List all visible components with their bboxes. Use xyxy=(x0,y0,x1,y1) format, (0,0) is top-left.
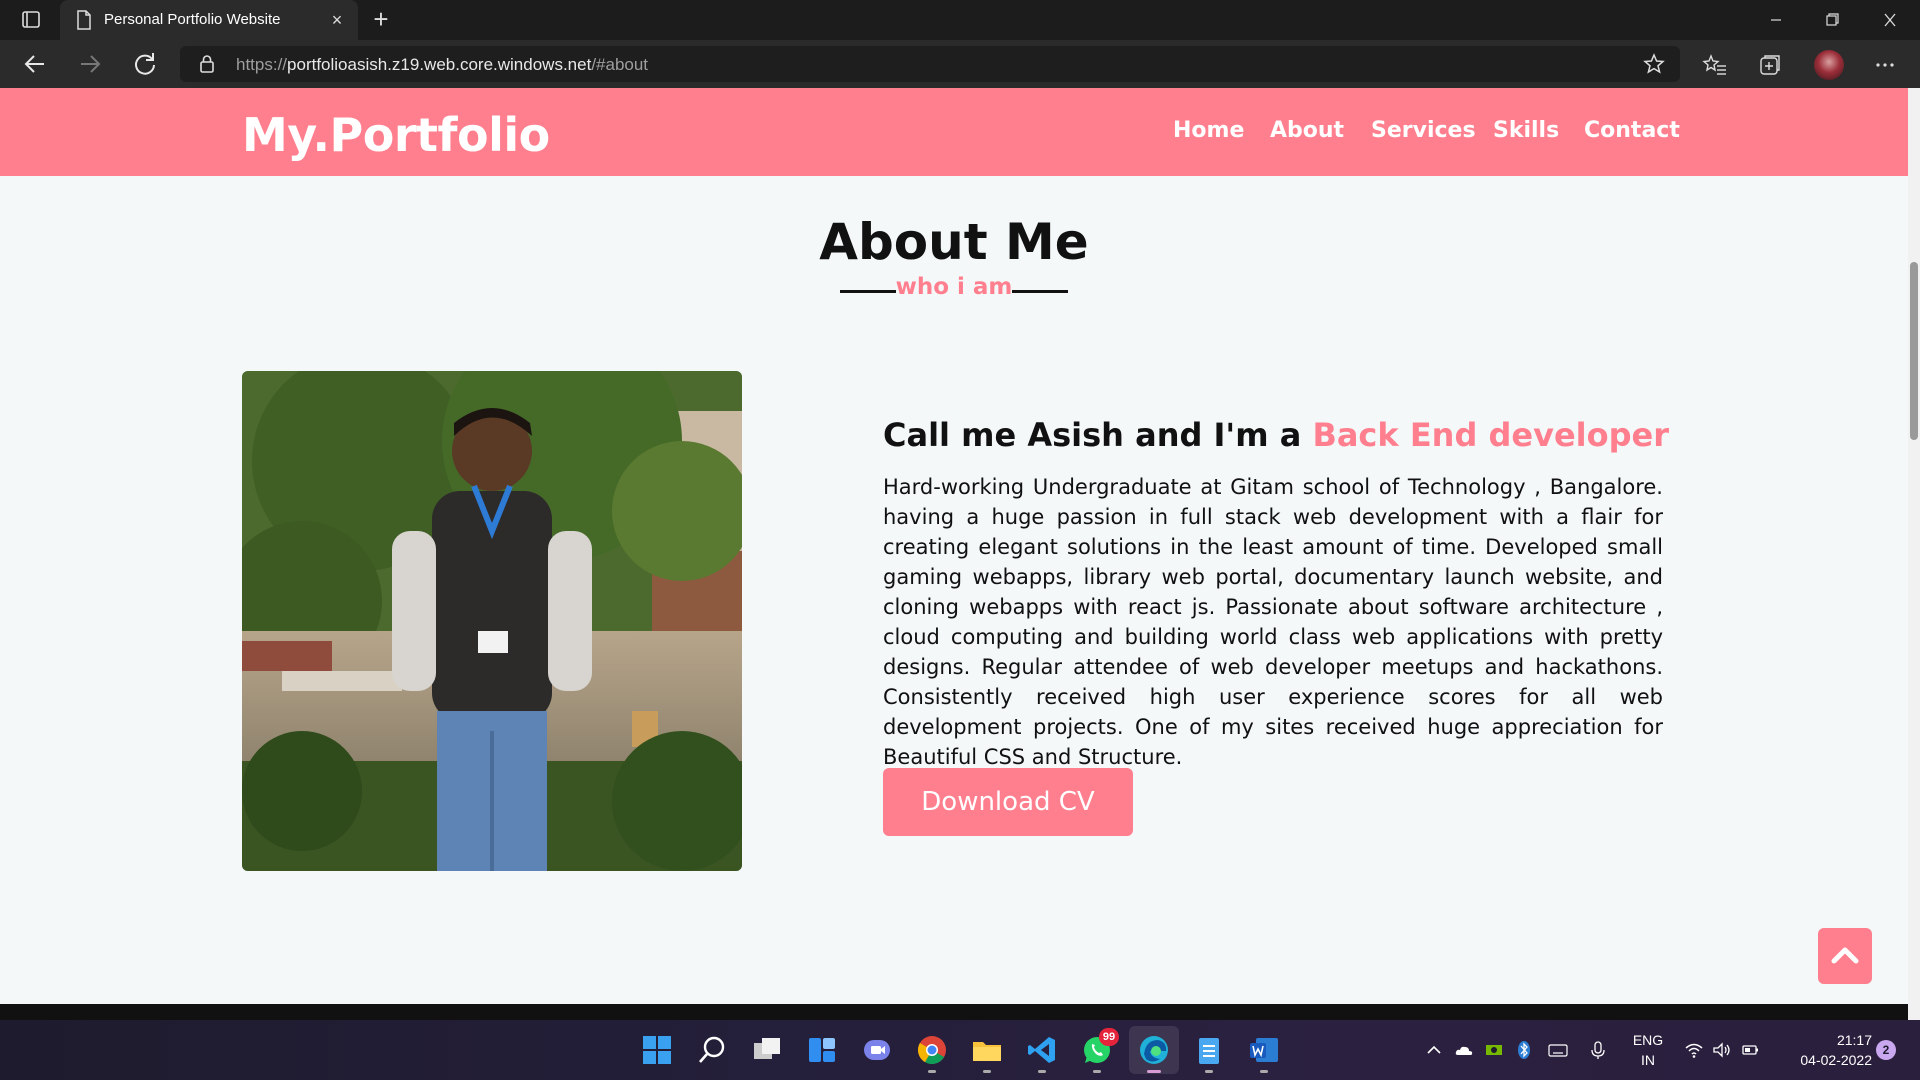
start-icon[interactable] xyxy=(641,1034,673,1066)
microphone-icon[interactable] xyxy=(1588,1040,1608,1060)
site-navbar: My.Portfolio Home About Services Skills … xyxy=(0,88,1908,176)
keyboard-icon[interactable] xyxy=(1548,1040,1568,1060)
nav-home[interactable]: Home xyxy=(1173,118,1244,143)
subtitle-text: who i am xyxy=(895,274,1013,300)
forward-icon[interactable] xyxy=(75,50,105,78)
profile-photo xyxy=(242,371,742,871)
vscode-app[interactable] xyxy=(1026,1034,1058,1073)
new-tab-icon[interactable]: + xyxy=(368,6,394,33)
vscode-icon xyxy=(1028,1037,1055,1063)
running-indicator xyxy=(1260,1070,1268,1073)
language-code[interactable]: ENG xyxy=(1630,1032,1666,1048)
notepad-icon xyxy=(1199,1038,1219,1064)
add-favorite-icon[interactable] xyxy=(1642,52,1666,76)
minimize-icon[interactable] xyxy=(1754,6,1798,34)
task-view-icon[interactable] xyxy=(751,1034,783,1066)
chrome-app[interactable] xyxy=(916,1034,948,1073)
lock-icon[interactable] xyxy=(198,54,216,74)
chevron-up-icon xyxy=(1831,947,1859,964)
whatsapp-badge: 99 xyxy=(1099,1028,1119,1046)
close-window-icon[interactable] xyxy=(1868,6,1912,34)
search-icon[interactable] xyxy=(696,1034,728,1066)
heading-role: Back End developer xyxy=(1312,416,1670,454)
page-viewport: My.Portfolio Home About Services Skills … xyxy=(0,88,1908,1020)
site-logo[interactable]: My.Portfolio xyxy=(242,108,550,162)
chevron-up-tray-icon[interactable] xyxy=(1424,1040,1444,1060)
tab-actions-icon[interactable] xyxy=(14,8,46,32)
word-icon xyxy=(1250,1038,1278,1062)
about-paragraph: Hard-working Undergraduate at Gitam scho… xyxy=(883,475,1663,769)
notepad-app[interactable] xyxy=(1193,1034,1225,1073)
nav-about[interactable]: About xyxy=(1270,118,1344,143)
running-indicator xyxy=(1093,1070,1101,1073)
more-menu-icon[interactable] xyxy=(1872,52,1898,78)
heading-prefix: Call me Asish and I'm a xyxy=(883,416,1313,454)
nav-contact[interactable]: Contact xyxy=(1584,118,1680,143)
running-indicator xyxy=(1205,1070,1213,1073)
browser-tab-bar: Personal Portfolio Website × + xyxy=(0,0,1920,40)
nav-skills[interactable]: Skills xyxy=(1493,118,1559,143)
nav-services[interactable]: Services xyxy=(1371,118,1476,143)
edge-icon xyxy=(1140,1036,1168,1064)
scroll-to-top-button[interactable] xyxy=(1818,928,1872,984)
wifi-icon[interactable] xyxy=(1684,1040,1704,1060)
subtitle-divider-right xyxy=(1012,290,1068,293)
clock-time[interactable]: 21:17 xyxy=(1772,1032,1872,1048)
footer-top xyxy=(0,1004,1908,1020)
favorites-icon[interactable] xyxy=(1702,52,1728,78)
address-toolbar: https://portfolioasish.z19.web.core.wind… xyxy=(0,40,1920,88)
url-host: portfolioasish.z19.web.core.windows.net xyxy=(287,55,592,74)
running-indicator xyxy=(928,1070,936,1073)
back-icon[interactable] xyxy=(20,50,50,78)
url-text: https://portfolioasish.z19.web.core.wind… xyxy=(236,55,648,75)
running-indicator xyxy=(983,1070,991,1073)
chrome-icon xyxy=(918,1036,946,1064)
tab-title: Personal Portfolio Website xyxy=(104,11,281,28)
folder-icon xyxy=(973,1042,1001,1061)
page-icon xyxy=(77,10,91,30)
section-subtitle: who i am xyxy=(840,272,1068,308)
running-indicator xyxy=(1038,1070,1046,1073)
about-heading: Call me Asish and I'm a Back End develop… xyxy=(883,416,1669,454)
region-code[interactable]: IN xyxy=(1630,1052,1666,1068)
url-path: /#about xyxy=(591,55,649,74)
collections-icon[interactable] xyxy=(1757,52,1783,78)
chat-icon[interactable] xyxy=(861,1034,893,1066)
download-cv-button[interactable]: Download CV xyxy=(883,768,1133,836)
active-indicator xyxy=(1147,1070,1161,1073)
tab-close-icon[interactable]: × xyxy=(326,9,348,31)
page-scrollbar[interactable] xyxy=(1908,88,1920,1020)
file-explorer-app[interactable] xyxy=(971,1034,1003,1073)
refresh-icon[interactable] xyxy=(130,50,160,78)
profile-avatar[interactable] xyxy=(1814,50,1844,80)
address-field[interactable]: https://portfolioasish.z19.web.core.wind… xyxy=(180,46,1680,82)
onedrive-icon[interactable] xyxy=(1454,1040,1474,1060)
scrollbar-thumb[interactable] xyxy=(1910,262,1918,440)
taskbar: 99 ENG IN 21:17 04-02-2022 2 xyxy=(0,1020,1920,1080)
section-title: About Me xyxy=(819,213,1089,271)
widgets-icon[interactable] xyxy=(806,1034,838,1066)
whatsapp-app[interactable]: 99 xyxy=(1081,1028,1119,1073)
volume-icon[interactable] xyxy=(1712,1040,1732,1060)
battery-icon[interactable] xyxy=(1740,1040,1760,1060)
clock-date[interactable]: 04-02-2022 xyxy=(1772,1052,1872,1068)
bluetooth-icon[interactable] xyxy=(1514,1040,1534,1060)
url-scheme: https:// xyxy=(236,55,288,74)
notification-badge[interactable]: 2 xyxy=(1876,1040,1896,1060)
word-app[interactable] xyxy=(1248,1034,1280,1073)
browser-tab[interactable]: Personal Portfolio Website × xyxy=(60,0,358,40)
edge-app[interactable] xyxy=(1138,1034,1170,1073)
nvidia-icon[interactable] xyxy=(1484,1040,1504,1060)
restore-icon[interactable] xyxy=(1810,6,1854,34)
